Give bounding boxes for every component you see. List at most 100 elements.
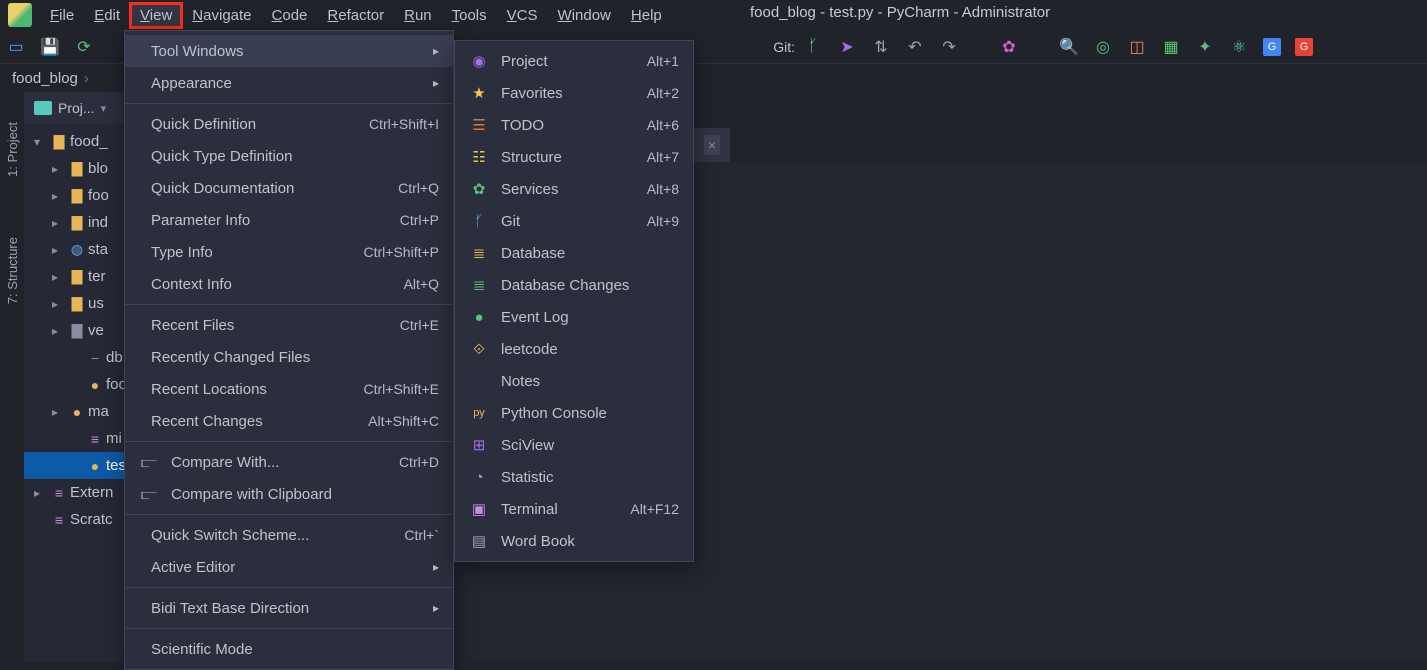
history-back-icon[interactable]: ↶ (905, 37, 925, 57)
folder-icon: ▇ (66, 295, 88, 312)
tool-windows-item[interactable]: ☷StructureAlt+7 (455, 141, 693, 173)
tool-windows-item[interactable]: ✿ServicesAlt+8 (455, 173, 693, 205)
tool-windows-item[interactable]: ▣TerminalAlt+F12 (455, 493, 693, 525)
view-menu-item[interactable]: Tool Windows▸ (125, 35, 453, 67)
menu-item-shortcut: Alt+Shift+C (344, 413, 439, 429)
view-menu-dropdown: Tool Windows▸Appearance▸ Quick Definition… (124, 30, 454, 670)
view-menu-item[interactable]: Recently Changed Files (125, 341, 453, 373)
view-menu-item[interactable]: Appearance▸ (125, 67, 453, 99)
list-icon: ≡ (84, 431, 106, 447)
push-icon[interactable]: ⇅ (871, 37, 891, 57)
tool-window-label: Statistic (501, 469, 679, 486)
view-menu-item[interactable]: Active Editor▸ (125, 551, 453, 583)
menu-item-label: Recent Locations (151, 381, 328, 398)
commit-icon[interactable]: ➤ (837, 37, 857, 57)
tool-windows-item[interactable]: ⊞ SciView (455, 429, 693, 461)
folder-icon: ▇ (66, 214, 88, 231)
view-menu-item[interactable]: Scientific Mode (125, 633, 453, 665)
menu-edit[interactable]: Edit (84, 3, 130, 28)
tree-label: ind (88, 214, 108, 231)
g-icon-1[interactable]: G (1263, 38, 1281, 56)
tool-windows-item[interactable]: Notes (455, 365, 693, 397)
tool-window-label: Services (501, 181, 611, 198)
tool-window-label: Terminal (501, 501, 594, 518)
menu-vcs[interactable]: VCS (497, 3, 548, 28)
tool-window-icon: py (469, 407, 489, 419)
tool-window-label: SciView (501, 437, 679, 454)
plugin-icon[interactable]: ✦ (1195, 37, 1215, 57)
menu-tools[interactable]: Tools (442, 3, 497, 28)
menu-run[interactable]: Run (394, 3, 442, 28)
view-menu-item[interactable]: Bidi Text Base Direction▸ (125, 592, 453, 624)
view-menu-item[interactable]: Context InfoAlt+Q (125, 268, 453, 300)
editor-tab[interactable]: × (694, 128, 730, 162)
menu-code[interactable]: Code (262, 3, 318, 28)
view-menu-item[interactable]: ⫍Compare with Clipboard (125, 478, 453, 510)
submenu-arrow-icon: ▸ (433, 76, 439, 90)
tool-window-shortcut: Alt+2 (623, 85, 679, 101)
view-menu-item[interactable]: Quick DefinitionCtrl+Shift+I (125, 108, 453, 140)
search-everywhere-icon[interactable]: ◎ (1093, 37, 1113, 57)
tool-windows-item[interactable]: ◉ProjectAlt+1 (455, 45, 693, 77)
database-tool-icon[interactable]: ▦ (1161, 37, 1181, 57)
branch-icon[interactable]: ᚶ (803, 37, 823, 57)
gutter-tab-structure[interactable]: 7: Structure (5, 237, 20, 304)
tool-window-label: leetcode (501, 341, 679, 358)
menu-navigate[interactable]: Navigate (182, 3, 261, 28)
menu-window[interactable]: Window (548, 3, 621, 28)
tool-windows-item[interactable]: ≣Database (455, 237, 693, 269)
settings-icon[interactable]: ✿ (999, 37, 1019, 57)
menu-help[interactable]: Help (621, 3, 672, 28)
tool-windows-item[interactable]: ◔Statistic (455, 461, 693, 493)
menu-file[interactable]: File (40, 3, 84, 28)
view-menu-item[interactable]: Quick Type Definition (125, 140, 453, 172)
g-icon-2[interactable]: G (1295, 38, 1313, 56)
tree-chevron-icon: ▸ (52, 189, 66, 203)
menu-view[interactable]: View (130, 3, 182, 28)
history-fwd-icon[interactable]: ↷ (939, 37, 959, 57)
tool-window-icon: ★ (469, 84, 489, 102)
menu-refactor[interactable]: Refactor (317, 3, 394, 28)
view-menu-item[interactable]: Recent LocationsCtrl+Shift+E (125, 373, 453, 405)
view-menu-item[interactable]: Quick DocumentationCtrl+Q (125, 172, 453, 204)
sync-icon[interactable]: ⟳ (74, 37, 94, 57)
tool-windows-item[interactable]: ☰TODOAlt+6 (455, 109, 693, 141)
save-icon[interactable]: 💾 (40, 37, 60, 57)
code-with-me-icon[interactable]: ◫ (1127, 37, 1147, 57)
tool-windows-item[interactable]: ★FavoritesAlt+2 (455, 77, 693, 109)
open-icon[interactable]: ▭ (6, 37, 26, 57)
tree-chevron-icon: ▸ (52, 324, 66, 338)
tool-window-icon: ≣ (469, 276, 489, 294)
tree-label: db (106, 349, 123, 366)
tool-window-shortcut: Alt+1 (623, 53, 679, 69)
tool-windows-item[interactable]: pyPython Console (455, 397, 693, 429)
tool-windows-item[interactable]: ▤Word Book (455, 525, 693, 557)
py-icon: ● (66, 404, 88, 420)
search-icon[interactable]: 🔍 (1059, 37, 1079, 57)
tool-windows-item[interactable]: ⟐leetcode (455, 333, 693, 365)
menu-item-label: Compare with Clipboard (171, 486, 439, 503)
tree-label: Extern (70, 484, 113, 501)
view-menu-item[interactable]: Recent FilesCtrl+E (125, 309, 453, 341)
tool-windows-item[interactable]: ●Event Log (455, 301, 693, 333)
atom-icon[interactable]: ⚛ (1229, 37, 1249, 57)
view-menu-item[interactable]: Quick Switch Scheme...Ctrl+` (125, 519, 453, 551)
tool-window-icon: ☰ (469, 116, 489, 134)
tool-window-label: Database Changes (501, 277, 679, 294)
folder-icon: ▇ (66, 322, 88, 339)
menu-item-label: Scientific Mode (151, 641, 439, 658)
view-menu-item[interactable]: Parameter InfoCtrl+P (125, 204, 453, 236)
close-tab-icon[interactable]: × (704, 135, 720, 155)
tool-window-icon: ⊞ (469, 436, 489, 454)
tree-label: foo (88, 187, 109, 204)
tool-windows-item[interactable]: ≣ Database Changes (455, 269, 693, 301)
gutter-tab-project[interactable]: 1: Project (5, 122, 20, 177)
tool-windows-item[interactable]: ᚶGitAlt+9 (455, 205, 693, 237)
view-menu-item[interactable]: Recent ChangesAlt+Shift+C (125, 405, 453, 437)
view-menu-item[interactable]: Type InfoCtrl+Shift+P (125, 236, 453, 268)
folder-icon: ▇ (48, 133, 70, 150)
view-menu-item[interactable]: ⫍Compare With...Ctrl+D (125, 446, 453, 478)
breadcrumb-segment[interactable]: food_blog (12, 70, 78, 87)
tree-label: ve (88, 322, 104, 339)
tool-window-icon: ▣ (469, 500, 489, 518)
